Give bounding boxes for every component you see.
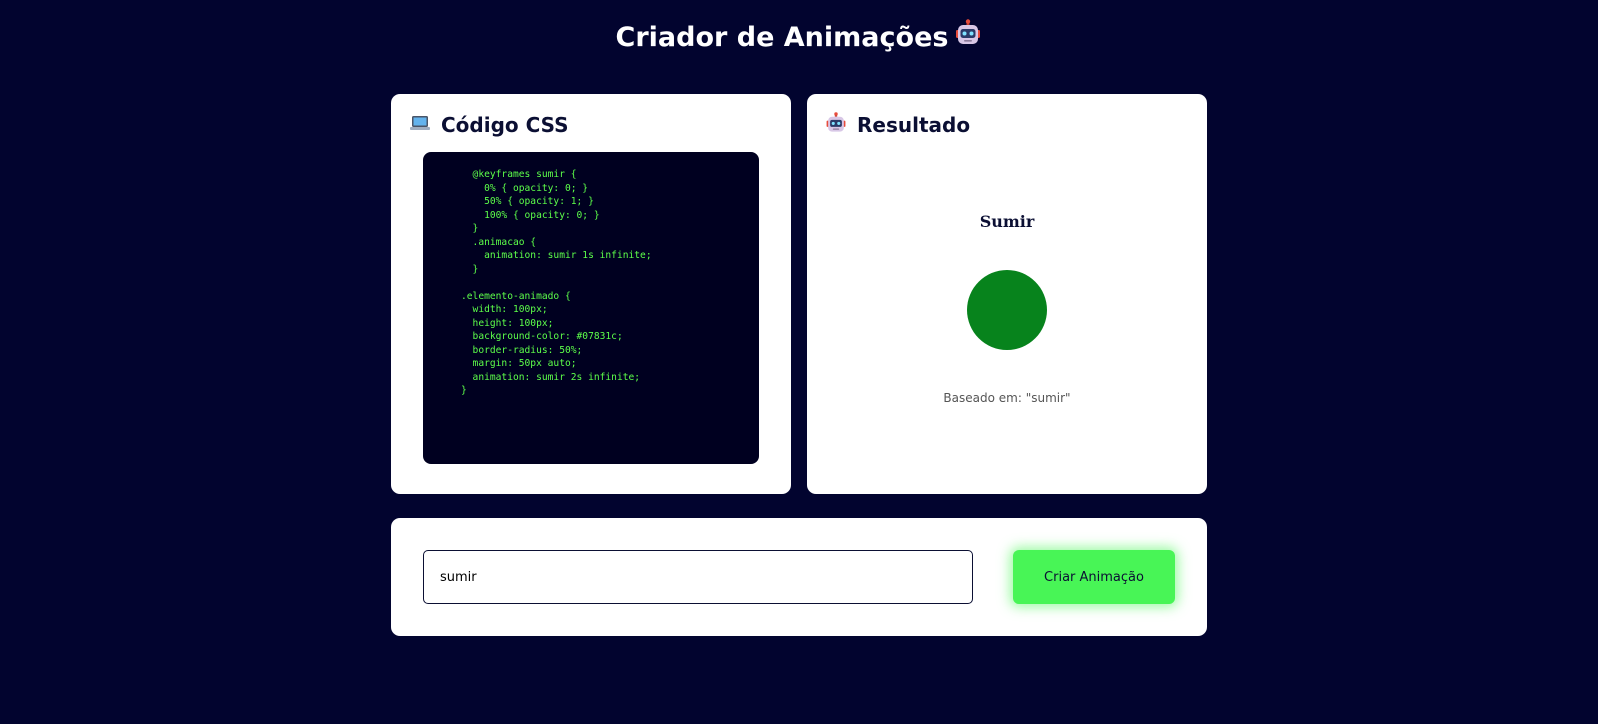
create-animation-button[interactable]: Criar Animação	[1013, 550, 1175, 604]
page-title-text: Criador de Animações	[615, 22, 949, 53]
robot-icon	[954, 18, 982, 59]
animated-element	[967, 270, 1047, 350]
animation-name: Sumir	[979, 212, 1035, 231]
laptop-icon	[409, 112, 431, 139]
result-panel: Resultado Sumir Baseado em: "sumir"	[807, 94, 1207, 494]
result-panel-header: Resultado	[825, 110, 970, 140]
robot-icon	[825, 111, 847, 139]
result-caption: Baseado em: "sumir"	[943, 391, 1071, 405]
result-panel-title: Resultado	[857, 113, 971, 137]
css-code-block: @keyframes sumir { 0% { opacity: 0; } 50…	[423, 152, 759, 464]
css-code-panel: Código CSS @keyframes sumir { 0% { opaci…	[391, 94, 791, 494]
css-panel-title: Código CSS	[441, 113, 569, 137]
animation-form-panel: Criar Animação	[391, 518, 1207, 636]
css-panel-header: Código CSS	[409, 110, 569, 140]
page-title: Criador de Animações	[0, 18, 1598, 59]
animation-input[interactable]	[423, 550, 973, 604]
